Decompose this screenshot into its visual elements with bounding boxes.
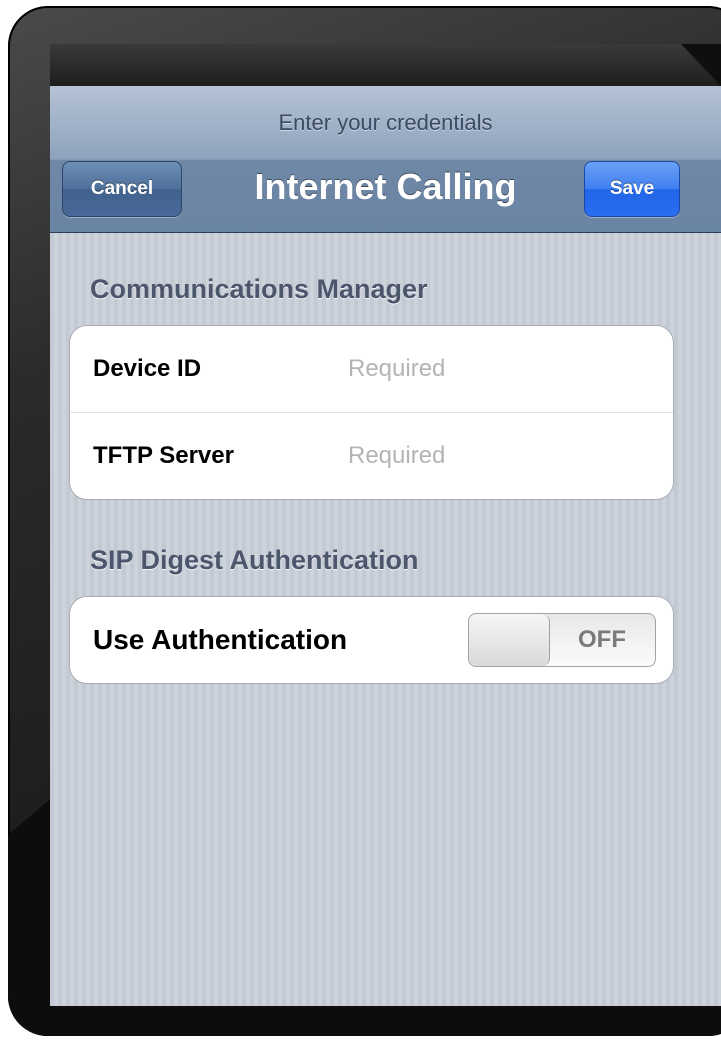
navigation-bar: Enter your credentials Internet Calling …: [50, 86, 721, 233]
toggle-knob[interactable]: [469, 614, 550, 666]
tftp-server-label: TFTP Server: [93, 442, 234, 469]
device-id-row[interactable]: Device ID: [70, 326, 673, 413]
screen: Enter your credentials Internet Calling …: [50, 44, 721, 1006]
save-button[interactable]: Save: [584, 161, 680, 217]
device-id-field[interactable]: [348, 355, 648, 383]
use-authentication-toggle[interactable]: OFF: [468, 613, 656, 667]
section-header-communications-manager: Communications Manager: [90, 274, 428, 304]
status-bar: [50, 44, 721, 86]
device-id-label: Device ID: [93, 355, 202, 382]
use-authentication-label: Use Authentication: [93, 624, 348, 655]
tftp-server-row[interactable]: TFTP Server: [70, 413, 673, 499]
nav-prompt: Enter your credentials: [278, 110, 493, 135]
use-authentication-row: Use Authentication OFF: [70, 597, 673, 683]
sip-digest-group: Use Authentication OFF: [69, 596, 674, 684]
settings-content: Communications Manager Device ID TFTP Se…: [50, 233, 721, 1006]
section-header-sip-digest-authentication: SIP Digest Authentication: [90, 545, 419, 575]
cancel-button[interactable]: Cancel: [62, 161, 182, 217]
tftp-server-field[interactable]: [348, 442, 648, 470]
toggle-state-label: OFF: [578, 626, 626, 653]
communications-manager-group: Device ID TFTP Server: [69, 325, 674, 500]
status-bar-corner: [681, 44, 721, 86]
